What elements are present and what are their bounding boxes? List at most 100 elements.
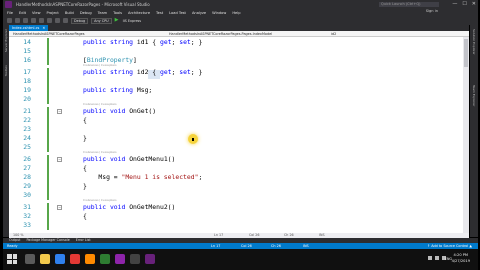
code-line[interactable]: 24} [9, 134, 469, 143]
code-text: Msg = "Menu 1 is selected"; [83, 173, 202, 182]
codelens-references[interactable]: 0 references | 0 exceptions [83, 150, 117, 154]
code-line[interactable]: 16 [BindProperty] [9, 56, 469, 65]
undo-icon[interactable] [55, 18, 60, 23]
collapse-region-icon[interactable]: − [57, 157, 62, 162]
code-line[interactable]: 26 − public void OnGetMenu1() [9, 155, 469, 164]
menu-item-analyze[interactable]: Analyze [192, 11, 206, 15]
code-line[interactable]: 31 − public void OnGetMenu2() [9, 203, 469, 212]
file-explorer-icon[interactable] [40, 254, 50, 264]
visual-studio-icon[interactable] [145, 254, 155, 264]
line-number: 25 [23, 143, 31, 151]
code-token: OnGetMenu2() [129, 203, 176, 211]
menu-item-test[interactable]: Test [156, 11, 163, 15]
menu-item-help[interactable]: Help [232, 11, 240, 15]
clock[interactable]: 4:20 PM 4/27/2019 [452, 252, 470, 264]
team-explorer-tab[interactable]: Team Explorer [472, 85, 476, 106]
network-icon[interactable] [428, 256, 432, 260]
back-icon[interactable] [7, 18, 12, 23]
line-number: 24 [23, 134, 31, 142]
configuration-select[interactable]: Debug [71, 17, 89, 24]
media-player-icon[interactable] [115, 254, 125, 264]
menu-item-build[interactable]: Build [65, 11, 74, 15]
code-line[interactable]: 18 [9, 77, 469, 86]
edge-icon[interactable] [55, 254, 65, 264]
code-text: public void OnGetMenu1() [83, 155, 175, 164]
change-tracking-bar [47, 221, 49, 230]
forward-icon[interactable] [15, 18, 20, 23]
line-number: 28 [23, 173, 31, 181]
menu-item-project[interactable]: Project [47, 11, 59, 15]
code-line[interactable]: 20 [9, 95, 469, 104]
sign-in-link[interactable]: Sign in [426, 9, 438, 13]
menu-item-file[interactable]: File [7, 11, 13, 15]
code-token: string [109, 86, 137, 94]
codelens-references[interactable]: 0 references | 0 exceptions [83, 198, 117, 202]
save-all-icon[interactable] [47, 18, 52, 23]
menu-item-window[interactable]: Window [212, 11, 226, 15]
windows-start-icon[interactable] [7, 254, 17, 264]
code-line[interactable]: 29} [9, 182, 469, 191]
maximize-button[interactable]: ☐ [462, 0, 466, 9]
line-number: 18 [23, 77, 31, 85]
code-token: Msg; [136, 86, 153, 94]
code-line[interactable]: 32 { [9, 212, 469, 221]
code-token: } [83, 134, 87, 142]
firefox-icon[interactable] [85, 254, 95, 264]
code-token: } [83, 182, 87, 190]
server-explorer-tab[interactable]: Server Explorer [4, 29, 8, 52]
windows-taskbar: ENG 4:20 PM 4/27/2019 [3, 249, 478, 270]
chrome-icon[interactable] [70, 254, 80, 264]
code-text: public void OnGetMenu2() [83, 203, 175, 212]
open-file-icon[interactable] [31, 18, 36, 23]
code-line[interactable]: 30 [9, 191, 469, 200]
code-line[interactable]: 17 public string id2 { get; set; } [9, 68, 469, 77]
code-line[interactable]: 27 { [9, 164, 469, 173]
menu-item-load-test[interactable]: Load Test [169, 11, 186, 15]
menu-item-view[interactable]: View [32, 11, 41, 15]
code-editor[interactable]: 14 public string id1 { get; set; } 15 16 [Bi… [9, 37, 469, 233]
close-button[interactable]: ✕ [472, 0, 476, 9]
sticky-notes-icon[interactable] [100, 254, 110, 264]
quick-launch-input[interactable]: Quick Launch (Ctrl+Q) [379, 2, 439, 7]
code-text: public void OnGet() [83, 107, 156, 116]
code-token: Msg = [83, 173, 122, 181]
code-line[interactable]: 15 [9, 47, 469, 56]
line-number: 33 [23, 221, 31, 229]
code-line[interactable]: 28 Msg = "Menu 1 is selected"; [9, 173, 469, 182]
codelens-references[interactable]: 0 references | 0 exceptions [83, 102, 117, 106]
volume-icon[interactable] [435, 256, 439, 260]
menu-bar: File Edit View Project Build Debug Team Tools Ar… [3, 9, 478, 16]
collapse-region-icon[interactable]: − [57, 205, 62, 210]
menu-item-architecture[interactable]: Architecture [128, 11, 150, 15]
code-token: public [83, 68, 110, 76]
code-line[interactable]: 22 { [9, 116, 469, 125]
collapse-region-icon[interactable]: − [57, 109, 62, 114]
calculator-icon[interactable] [130, 254, 140, 264]
code-line[interactable]: 23 [9, 125, 469, 134]
code-token: OnGet() [129, 107, 157, 115]
save-icon[interactable] [39, 18, 44, 23]
code-line[interactable]: 33 [9, 221, 469, 230]
code-line[interactable]: 25 [9, 143, 469, 152]
change-tracking-bar [47, 56, 49, 65]
code-token: ; [198, 173, 203, 181]
code-line[interactable]: 21 − public void OnGet() [9, 107, 469, 116]
code-line[interactable]: 19 public string Msg; [9, 86, 469, 95]
redo-icon[interactable] [63, 18, 68, 23]
code-line[interactable]: 14 public string id1 { get; set; } [9, 38, 469, 47]
solution-explorer-tab[interactable]: Solution Explorer [472, 29, 476, 55]
platform-select[interactable]: Any CPU [91, 17, 112, 24]
minimize-button[interactable]: — [452, 0, 457, 9]
toolbox-tab[interactable]: Toolbox [4, 65, 8, 76]
menu-item-debug[interactable]: Debug [80, 11, 92, 15]
start-debug-icon[interactable]: ▶ [115, 18, 120, 23]
new-project-icon[interactable] [23, 18, 28, 23]
menu-item-team[interactable]: Team [98, 11, 108, 15]
task-view-icon[interactable] [25, 254, 35, 264]
menu-item-tools[interactable]: Tools [113, 11, 122, 15]
run-target-button[interactable]: IIS Express [123, 19, 141, 23]
line-number: 26 [23, 155, 31, 163]
menu-item-edit[interactable]: Edit [19, 11, 26, 15]
codelens-references[interactable]: 0 references | 0 exceptions [83, 63, 117, 67]
code-token: ; } [190, 38, 203, 46]
